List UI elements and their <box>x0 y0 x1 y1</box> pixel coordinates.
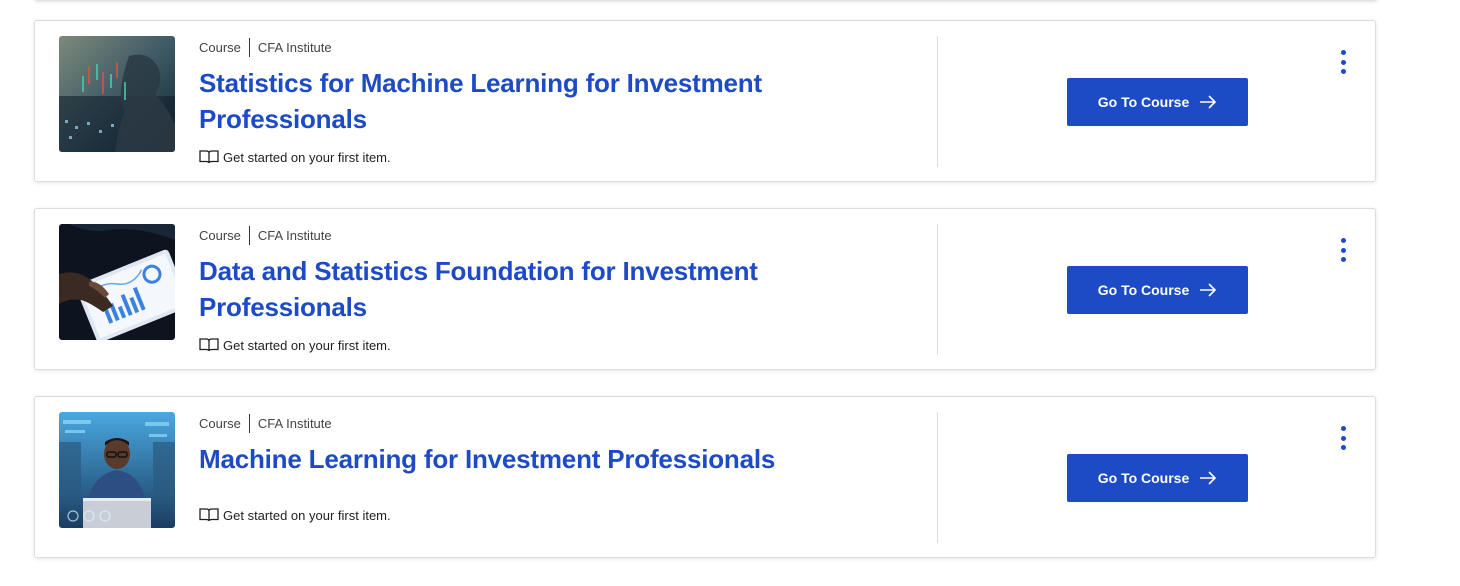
arrow-right-icon <box>1200 283 1217 297</box>
course-thumbnail[interactable] <box>59 412 175 528</box>
kebab-dot <box>1340 426 1346 431</box>
go-to-course-button[interactable]: Go To Course <box>1067 78 1248 126</box>
book-open-icon <box>199 150 219 164</box>
go-to-course-button[interactable]: Go To Course <box>1067 454 1248 502</box>
course-card: Course CFA Institute Statistics for Mach… <box>34 20 1376 182</box>
previous-card-edge <box>34 0 1378 1</box>
course-meta: Course CFA Institute <box>199 37 332 57</box>
course-provider: CFA Institute <box>257 39 332 55</box>
data-silhouette-image <box>59 36 175 152</box>
meta-divider <box>248 413 250 433</box>
course-thumbnail[interactable] <box>59 224 175 340</box>
go-to-course-label: Go To Course <box>1097 470 1190 486</box>
go-to-course-button[interactable]: Go To Course <box>1067 266 1248 314</box>
meta-divider <box>248 225 250 245</box>
course-status: Get started on your first item. <box>199 507 391 523</box>
card-divider <box>937 36 938 167</box>
kebab-dot <box>1340 238 1346 243</box>
course-title-link[interactable]: Machine Learning for Investment Professi… <box>199 441 919 477</box>
course-status: Get started on your first item. <box>199 337 391 353</box>
kebab-dot <box>1340 59 1346 65</box>
course-provider: CFA Institute <box>257 227 332 243</box>
course-thumbnail[interactable] <box>59 36 175 152</box>
course-type: Course <box>199 227 241 243</box>
course-title-link[interactable]: Statistics for Machine Learning for Inve… <box>199 65 789 137</box>
course-status-text: Get started on your first item. <box>223 337 391 353</box>
kebab-dot <box>1340 445 1346 450</box>
meta-divider <box>248 37 250 57</box>
course-provider: CFA Institute <box>257 415 332 431</box>
course-list: Course CFA Institute Statistics for Mach… <box>0 0 1460 586</box>
more-options-icon[interactable] <box>1333 426 1353 450</box>
course-type: Course <box>199 415 241 431</box>
course-meta: Course CFA Institute <box>199 413 332 433</box>
course-status: Get started on your first item. <box>199 149 391 165</box>
go-to-course-label: Go To Course <box>1097 282 1190 298</box>
book-open-icon <box>199 338 219 352</box>
kebab-dot <box>1340 247 1346 253</box>
more-options-icon[interactable] <box>1333 50 1353 74</box>
course-status-text: Get started on your first item. <box>223 507 391 523</box>
course-type: Course <box>199 39 241 55</box>
more-options-icon[interactable] <box>1333 238 1353 262</box>
kebab-dot <box>1340 69 1346 74</box>
course-title-link[interactable]: Data and Statistics Foundation for Inves… <box>199 253 789 325</box>
tablet-chart-image <box>59 224 175 340</box>
person-laptop-image <box>59 412 175 528</box>
kebab-dot <box>1340 257 1346 262</box>
course-card: Course CFA Institute Data and Statistics… <box>34 208 1376 370</box>
arrow-right-icon <box>1200 95 1217 109</box>
arrow-right-icon <box>1200 471 1217 485</box>
course-card: Course CFA Institute Machine Learning fo… <box>34 396 1376 558</box>
card-divider <box>937 224 938 355</box>
course-meta: Course CFA Institute <box>199 225 332 245</box>
book-open-icon <box>199 508 219 522</box>
course-status-text: Get started on your first item. <box>223 149 391 165</box>
kebab-dot <box>1340 435 1346 441</box>
card-divider <box>937 412 938 543</box>
go-to-course-label: Go To Course <box>1097 94 1190 110</box>
kebab-dot <box>1340 50 1346 55</box>
